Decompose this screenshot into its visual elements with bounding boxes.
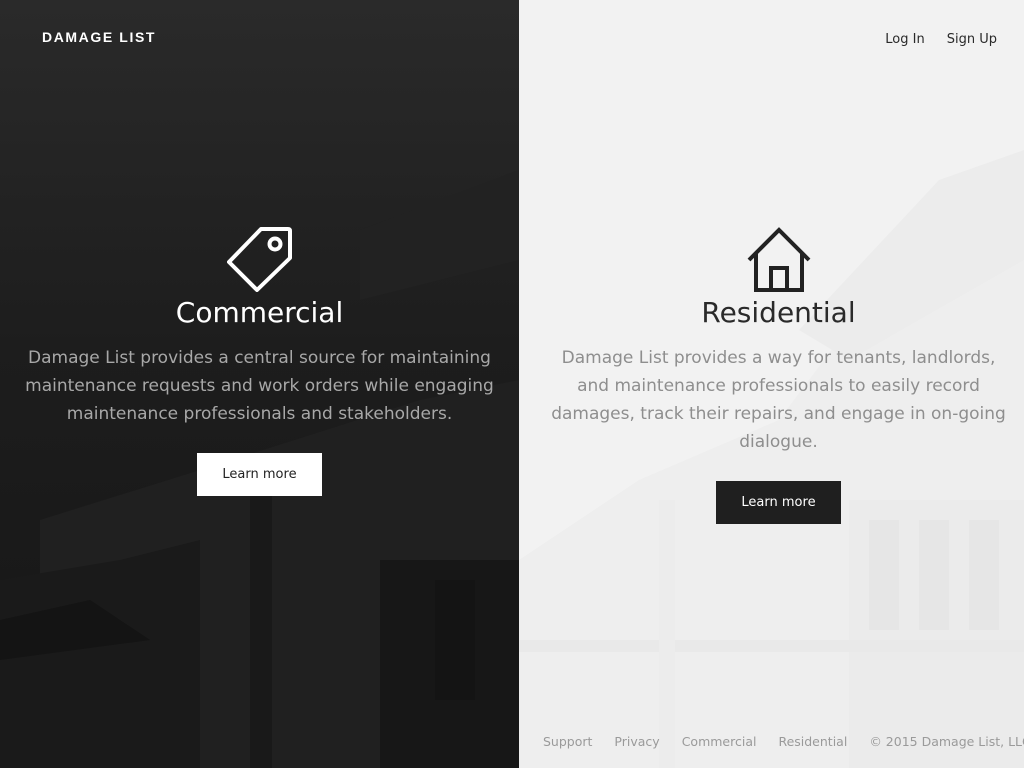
commercial-description: Damage List provides a central source fo…	[25, 348, 494, 424]
commercial-panel: DAMAGE LIST Commercial Damage List provi…	[0, 0, 519, 768]
copyright: © 2015 Damage List, LLC.	[869, 734, 1024, 749]
commercial-learn-more-button[interactable]: Learn more	[197, 453, 322, 496]
signup-link[interactable]: Sign Up	[947, 32, 997, 48]
residential-panel: Residential Damage List provides a way f…	[519, 0, 1024, 768]
residential-description: Damage List provides a way for tenants, …	[551, 348, 1006, 452]
house-icon	[747, 227, 810, 292]
footer-link-privacy[interactable]: Privacy	[614, 734, 659, 749]
footer-link-commercial[interactable]: Commercial	[682, 734, 757, 749]
top-nav: Log In Sign Up	[885, 32, 997, 48]
commercial-section: Commercial Damage List provides a centra…	[20, 226, 499, 496]
commercial-title: Commercial	[175, 296, 344, 329]
residential-learn-more-button[interactable]: Learn more	[716, 481, 841, 524]
logo[interactable]: DAMAGE LIST	[42, 29, 156, 45]
footer-link-support[interactable]: Support	[543, 734, 592, 749]
tag-icon	[226, 227, 292, 292]
footer: Support Privacy Commercial Residential ©…	[543, 734, 1024, 749]
login-link[interactable]: Log In	[885, 32, 924, 48]
residential-title: Residential	[701, 296, 856, 329]
footer-link-residential[interactable]: Residential	[778, 734, 847, 749]
residential-section: Residential Damage List provides a way f…	[539, 226, 1018, 524]
